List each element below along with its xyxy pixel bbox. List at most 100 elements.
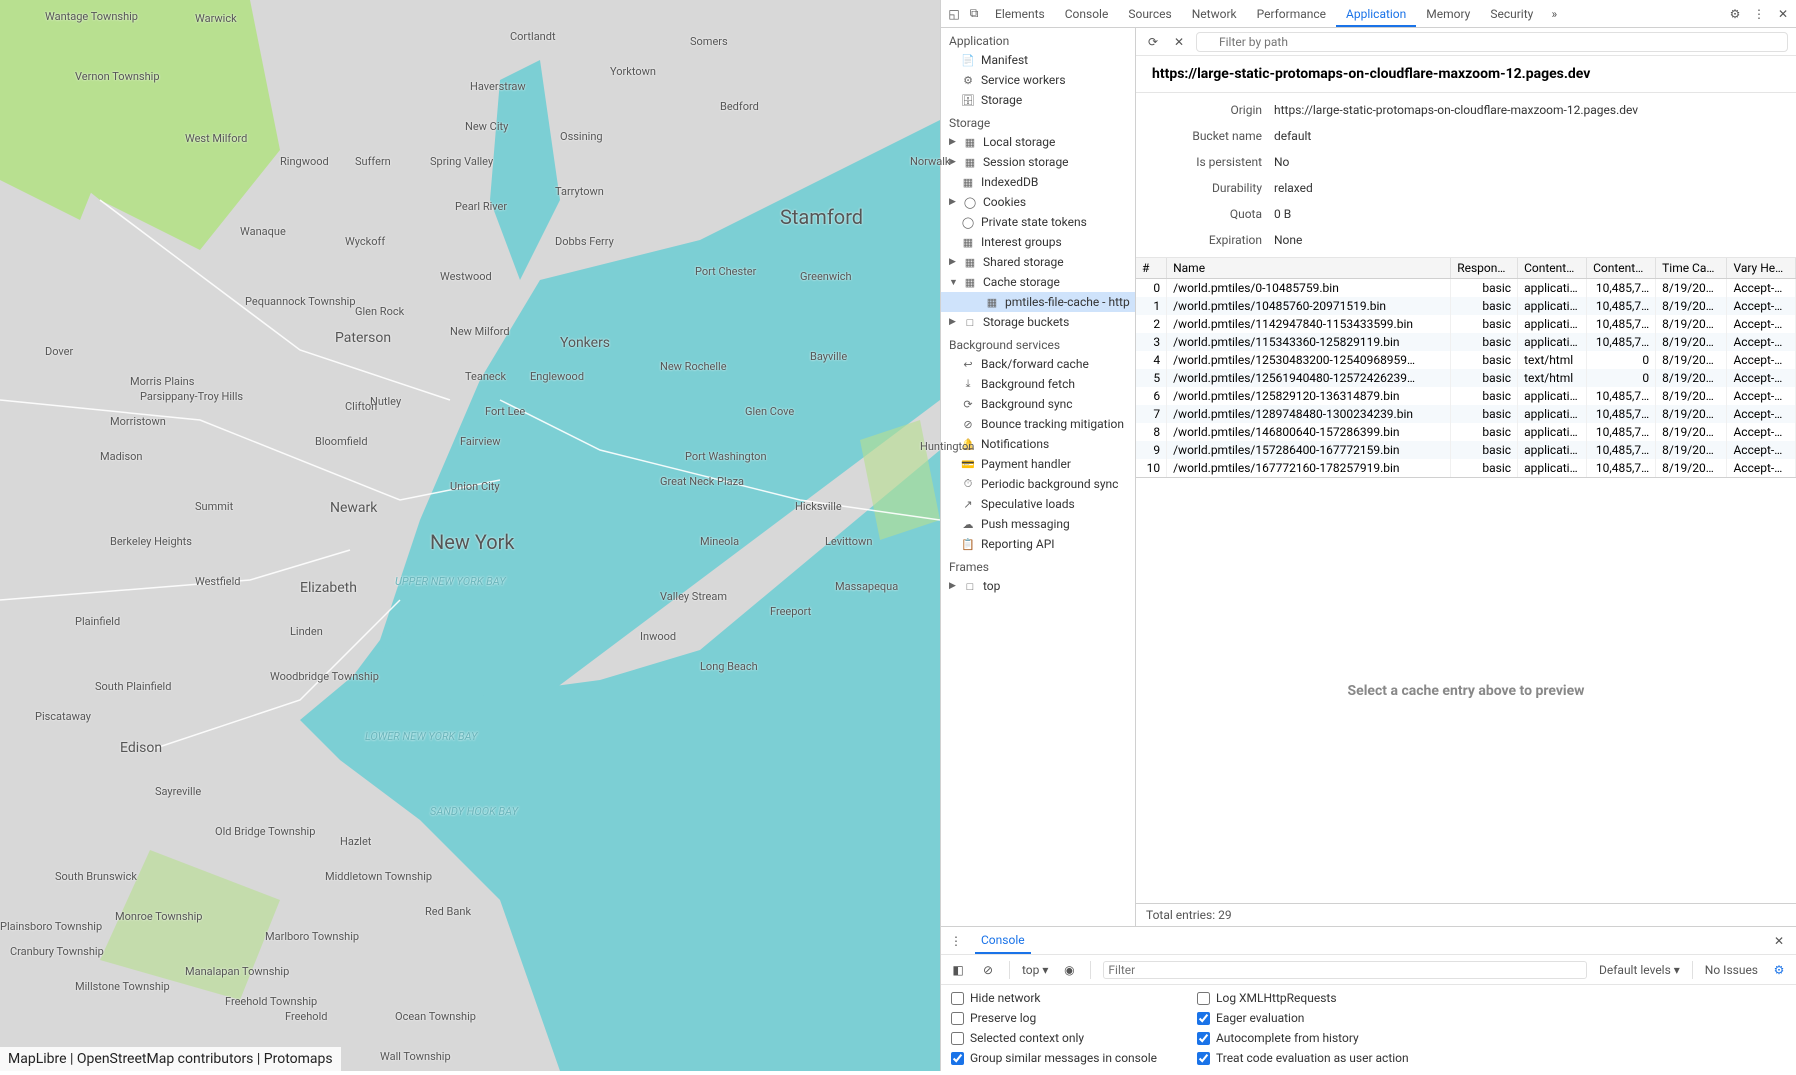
log-levels-selector[interactable]: Default levels ▾ xyxy=(1599,963,1680,977)
table-row[interactable]: 6/world.pmtiles/125829120-136314879.binb… xyxy=(1136,387,1796,405)
devtools-tab-sources[interactable]: Sources xyxy=(1118,3,1181,27)
checkbox[interactable] xyxy=(1197,992,1210,1005)
devtools-tab-performance[interactable]: Performance xyxy=(1247,3,1336,27)
devtools-tab-application[interactable]: Application xyxy=(1336,3,1416,27)
live-expression-icon[interactable]: ◉ xyxy=(1060,961,1078,979)
chevron-icon[interactable]: ▶ xyxy=(949,197,957,207)
table-row[interactable]: 4/world.pmtiles/12530483200-12540968959…… xyxy=(1136,351,1796,369)
sidebar-item[interactable]: ▶▦Local storage xyxy=(941,132,1135,152)
sidebar-item[interactable]: ↗Speculative loads xyxy=(941,494,1135,514)
more-tabs-icon[interactable]: » xyxy=(1545,5,1563,23)
sidebar-item[interactable]: 🗄Storage xyxy=(941,90,1135,110)
checkbox[interactable] xyxy=(951,1032,964,1045)
sidebar-item[interactable]: ⊘Bounce tracking mitigation xyxy=(941,414,1135,434)
table-cell: 3 xyxy=(1136,333,1167,351)
cache-table[interactable]: #NameRespon…Content…Content…Time Ca…Vary… xyxy=(1136,258,1796,478)
console-setting[interactable]: Preserve log xyxy=(951,1011,1157,1025)
devtools-tab-elements[interactable]: Elements xyxy=(985,3,1055,27)
table-row[interactable]: 5/world.pmtiles/12561940480-12572426239…… xyxy=(1136,369,1796,387)
console-setting[interactable]: Autocomplete from history xyxy=(1197,1031,1409,1045)
table-header[interactable]: Vary He… xyxy=(1727,258,1796,279)
devtools-tab-memory[interactable]: Memory xyxy=(1416,3,1480,27)
checkbox[interactable] xyxy=(951,1012,964,1025)
table-row[interactable]: 3/world.pmtiles/115343360-125829119.binb… xyxy=(1136,333,1796,351)
devtools-tab-console[interactable]: Console xyxy=(1055,3,1119,27)
drawer-close-icon[interactable]: ✕ xyxy=(1768,934,1790,948)
devtools-tab-security[interactable]: Security xyxy=(1480,3,1543,27)
table-header[interactable]: Name xyxy=(1167,258,1451,279)
table-row[interactable]: 0/world.pmtiles/0-10485759.binbasicappli… xyxy=(1136,279,1796,298)
sidebar-item[interactable]: ☁Push messaging xyxy=(941,514,1135,534)
table-header[interactable]: Content… xyxy=(1587,258,1656,279)
chevron-icon[interactable]: ▼ xyxy=(949,277,957,288)
clear-icon[interactable]: ✕ xyxy=(1170,33,1188,51)
checkbox[interactable] xyxy=(1197,1052,1210,1065)
console-filter-input[interactable] xyxy=(1103,961,1587,979)
table-row[interactable]: 9/world.pmtiles/157286400-167772159.binb… xyxy=(1136,441,1796,459)
context-selector[interactable]: top ▾ xyxy=(1022,963,1048,977)
sidebar-item[interactable]: ⤓Background fetch xyxy=(941,374,1135,394)
sidebar-item[interactable]: ⟳Background sync xyxy=(941,394,1135,414)
kebab-icon[interactable]: ⋮ xyxy=(1750,5,1768,23)
checkbox[interactable] xyxy=(1197,1012,1210,1025)
sidebar-item-label: Shared storage xyxy=(983,255,1064,269)
application-sidebar[interactable]: Application 📄Manifest⚙Service workers🗄St… xyxy=(941,28,1136,926)
sidebar-item[interactable]: ⏱Periodic background sync xyxy=(941,474,1135,494)
table-row[interactable]: 10/world.pmtiles/167772160-178257919.bin… xyxy=(1136,459,1796,477)
devtools-tab-network[interactable]: Network xyxy=(1182,3,1247,27)
kv-value: https://large-static-protomaps-on-cloudf… xyxy=(1274,103,1788,117)
table-header[interactable]: Time Ca… xyxy=(1656,258,1727,279)
sidebar-item[interactable]: 📋Reporting API xyxy=(941,534,1135,554)
table-cell: /world.pmtiles/1142947840-1153433599.bin xyxy=(1167,315,1451,333)
chevron-icon[interactable]: ▶ xyxy=(949,137,957,147)
table-header[interactable]: Content… xyxy=(1518,258,1587,279)
checkbox[interactable] xyxy=(951,992,964,1005)
sidebar-item[interactable]: ▶□Storage buckets xyxy=(941,312,1135,332)
console-sidebar-icon[interactable]: ◧ xyxy=(949,961,967,979)
close-icon[interactable]: ✕ xyxy=(1774,5,1792,23)
sidebar-item[interactable]: ▼▦Cache storage xyxy=(941,272,1135,292)
console-setting[interactable]: Eager evaluation xyxy=(1197,1011,1409,1025)
console-setting[interactable]: Log XMLHttpRequests xyxy=(1197,991,1409,1005)
sidebar-item[interactable]: ◯Private state tokens xyxy=(941,212,1135,232)
sidebar-item[interactable]: ▦IndexedDB xyxy=(941,172,1135,192)
table-header[interactable]: # xyxy=(1136,258,1167,279)
sidebar-item[interactable]: ▦Interest groups xyxy=(941,232,1135,252)
chevron-icon[interactable]: ▶ xyxy=(949,581,957,591)
drawer-kebab-icon[interactable]: ⋮ xyxy=(947,932,965,950)
device-icon[interactable]: ⧉ xyxy=(965,5,983,23)
table-row[interactable]: 8/world.pmtiles/146800640-157286399.binb… xyxy=(1136,423,1796,441)
console-settings-icon[interactable]: ⚙ xyxy=(1770,961,1788,979)
table-cell: 10,485,7… xyxy=(1587,459,1656,477)
checkbox[interactable] xyxy=(1197,1032,1210,1045)
table-row[interactable]: 7/world.pmtiles/1289748480-1300234239.bi… xyxy=(1136,405,1796,423)
checkbox[interactable] xyxy=(951,1052,964,1065)
sidebar-item[interactable]: ▶□top xyxy=(941,576,1135,596)
console-setting[interactable]: Selected context only xyxy=(951,1031,1157,1045)
sidebar-item[interactable]: ▦pmtiles-file-cache - http xyxy=(941,292,1135,312)
console-setting[interactable]: Treat code evaluation as user action xyxy=(1197,1051,1409,1065)
sidebar-item[interactable]: 💳Payment handler xyxy=(941,454,1135,474)
refresh-icon[interactable]: ⟳ xyxy=(1144,33,1162,51)
console-setting[interactable]: Group similar messages in console xyxy=(951,1051,1157,1065)
table-cell: 10 xyxy=(1136,459,1167,477)
issues-indicator[interactable]: No Issues xyxy=(1705,963,1758,977)
chevron-icon[interactable]: ▶ xyxy=(949,257,957,267)
sidebar-item[interactable]: ▶▦Shared storage xyxy=(941,252,1135,272)
console-tab[interactable]: Console xyxy=(975,928,1031,954)
sidebar-item[interactable]: ▶◯Cookies xyxy=(941,192,1135,212)
chevron-icon[interactable]: ▶ xyxy=(949,317,957,327)
table-row[interactable]: 2/world.pmtiles/1142947840-1153433599.bi… xyxy=(1136,315,1796,333)
sidebar-item[interactable]: ⚙Service workers xyxy=(941,70,1135,90)
table-header[interactable]: Respon… xyxy=(1451,258,1518,279)
console-clear-icon[interactable]: ⊘ xyxy=(979,961,997,979)
console-setting[interactable]: Hide network xyxy=(951,991,1157,1005)
table-row[interactable]: 1/world.pmtiles/10485760-20971519.binbas… xyxy=(1136,297,1796,315)
sidebar-item[interactable]: ↩Back/forward cache xyxy=(941,354,1135,374)
sidebar-item[interactable]: 📄Manifest xyxy=(941,50,1135,70)
sidebar-item[interactable]: ▶▦Session storage xyxy=(941,152,1135,172)
inspect-icon[interactable]: ◱ xyxy=(945,5,963,23)
map-viewport[interactable]: New YorkStamfordNewarkElizabethPatersonY… xyxy=(0,0,940,1071)
settings-icon[interactable]: ⚙ xyxy=(1726,5,1744,23)
filter-input[interactable] xyxy=(1196,32,1788,52)
